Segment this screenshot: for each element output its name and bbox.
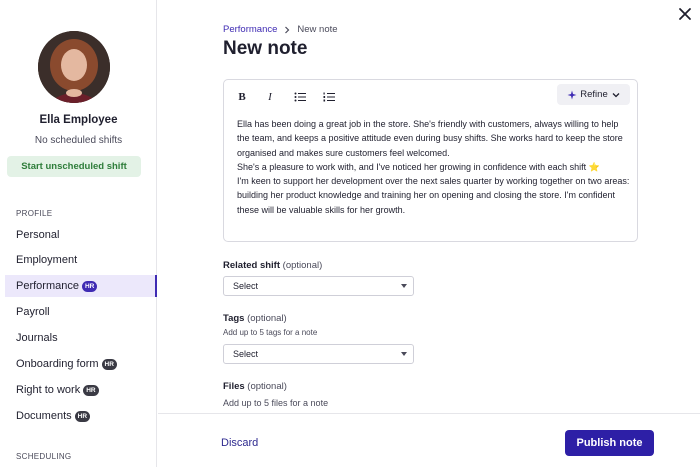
- sidebar-item-personal[interactable]: Personal: [5, 224, 157, 246]
- note-paragraph: She's a pleasure to work with, and I've …: [237, 161, 600, 172]
- chevron-right-icon: [285, 26, 290, 33]
- close-icon: [679, 8, 691, 20]
- hr-badge: HR: [101, 358, 117, 370]
- profile-sidebar: Ella Employee No scheduled shifts Start …: [0, 0, 157, 467]
- note-editor[interactable]: B I Refine Ella has been doing a great j…: [223, 79, 638, 242]
- sidebar-item-journals[interactable]: Journals: [5, 327, 157, 349]
- sidebar-item-right-to-work[interactable]: Right to work HR: [5, 379, 157, 401]
- shift-status: No scheduled shifts: [34, 135, 123, 146]
- caret-down-icon: [401, 352, 407, 356]
- bullet-list-button[interactable]: [292, 89, 308, 105]
- files-help-text: Add up to 5 files for a note: [223, 398, 329, 408]
- sidebar-item-label: Documents: [16, 410, 72, 422]
- start-unscheduled-shift-button[interactable]: Start unscheduled shift: [7, 156, 141, 177]
- page-title: New note: [223, 38, 308, 59]
- sidebar-item-employment[interactable]: Employment: [5, 249, 157, 271]
- sidebar-item-documents[interactable]: Documents HR: [5, 405, 157, 427]
- tags-label: Tags (optional): [223, 313, 287, 324]
- sidebar-item-label: Onboarding form: [16, 358, 99, 370]
- sidebar-item-label: Personal: [16, 229, 60, 241]
- sidebar-item-performance[interactable]: Performance HR: [5, 275, 157, 297]
- hr-badge: HR: [81, 280, 98, 292]
- scheduling-section-label: SCHEDULING: [16, 452, 72, 461]
- employee-name: Ella Employee: [39, 114, 118, 126]
- hr-badge: HR: [83, 384, 99, 396]
- sidebar-item-label: Payroll: [16, 306, 50, 318]
- sidebar-item-label: Performance: [16, 280, 79, 292]
- refine-label: Refine: [580, 89, 608, 100]
- tags-help-text: Add up to 5 tags for a note: [223, 328, 318, 337]
- tags-value: Select: [233, 349, 259, 359]
- note-text[interactable]: Ella has been doing a great job in the s…: [237, 117, 631, 217]
- caret-down-icon: [401, 284, 407, 288]
- numbered-list-button[interactable]: [321, 89, 337, 105]
- sparkle-icon: [567, 90, 577, 99]
- discard-button[interactable]: Discard: [221, 437, 258, 449]
- italic-button[interactable]: I: [262, 89, 278, 105]
- refine-button[interactable]: Refine: [557, 84, 630, 105]
- chevron-down-icon: [612, 92, 620, 97]
- numbered-list-icon: [323, 92, 335, 102]
- sidebar-item-label: Right to work: [16, 384, 81, 396]
- breadcrumb: Performance New note: [223, 24, 338, 35]
- related-shift-label: Related shift (optional): [223, 260, 323, 271]
- sidebar-item-label: Journals: [16, 332, 58, 344]
- related-shift-select[interactable]: Select: [223, 276, 414, 296]
- bullet-list-icon: [294, 92, 306, 102]
- tags-select[interactable]: Select: [223, 344, 414, 364]
- breadcrumb-performance-link[interactable]: Performance: [223, 24, 277, 35]
- avatar: [38, 31, 110, 103]
- sidebar-item-label: Employment: [16, 254, 78, 266]
- note-paragraph: I'm keen to support her development over…: [237, 176, 630, 215]
- sidebar-item-payroll[interactable]: Payroll: [5, 301, 157, 323]
- related-shift-value: Select: [233, 281, 259, 291]
- publish-note-button[interactable]: Publish note: [565, 430, 654, 456]
- close-button[interactable]: [676, 5, 694, 23]
- bold-button[interactable]: B: [234, 89, 250, 105]
- breadcrumb-current: New note: [297, 24, 338, 35]
- files-label: Files (optional): [223, 381, 287, 392]
- hr-badge: HR: [74, 410, 91, 422]
- sidebar-item-onboarding-form[interactable]: Onboarding form HR: [5, 353, 157, 375]
- note-paragraph: Ella has been doing a great job in the s…: [237, 119, 623, 158]
- profile-section-label: PROFILE: [16, 209, 53, 218]
